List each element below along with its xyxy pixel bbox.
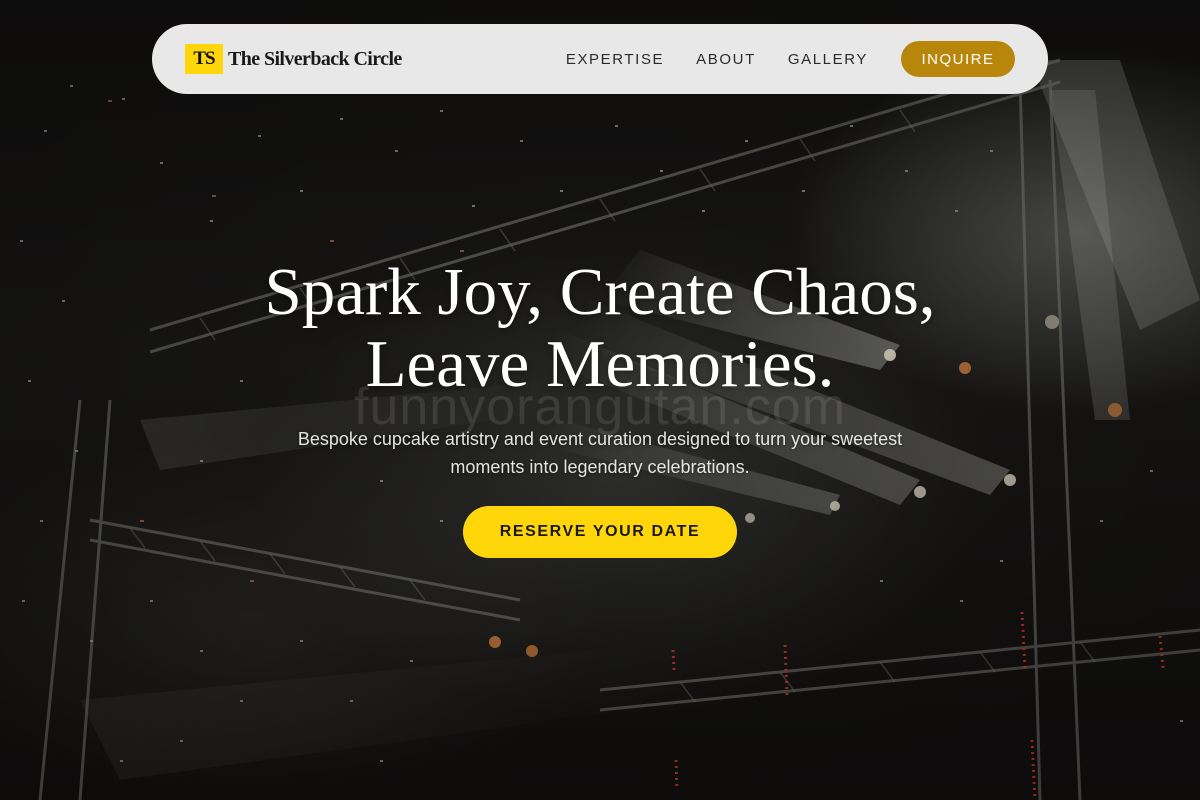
brand-logo-link[interactable]: TS The Silverback Circle (185, 44, 402, 74)
reserve-date-button[interactable]: RESERVE YOUR DATE (463, 506, 737, 558)
brand-logo-mark: TS (185, 44, 223, 74)
nav-link-gallery[interactable]: GALLERY (788, 51, 868, 68)
top-navbar: TS The Silverback Circle EXPERTISE ABOUT… (152, 24, 1048, 94)
inquire-button[interactable]: INQUIRE (901, 41, 1015, 77)
nav-links: EXPERTISE ABOUT GALLERY (566, 51, 868, 68)
brand-name: The Silverback Circle (228, 47, 402, 70)
nav-link-expertise[interactable]: EXPERTISE (566, 51, 664, 68)
hero-title-line-1: Spark Joy, Create Chaos, (264, 255, 936, 329)
nav-link-about[interactable]: ABOUT (696, 51, 756, 68)
hero-subtitle: Bespoke cupcake artistry and event curat… (297, 429, 903, 477)
